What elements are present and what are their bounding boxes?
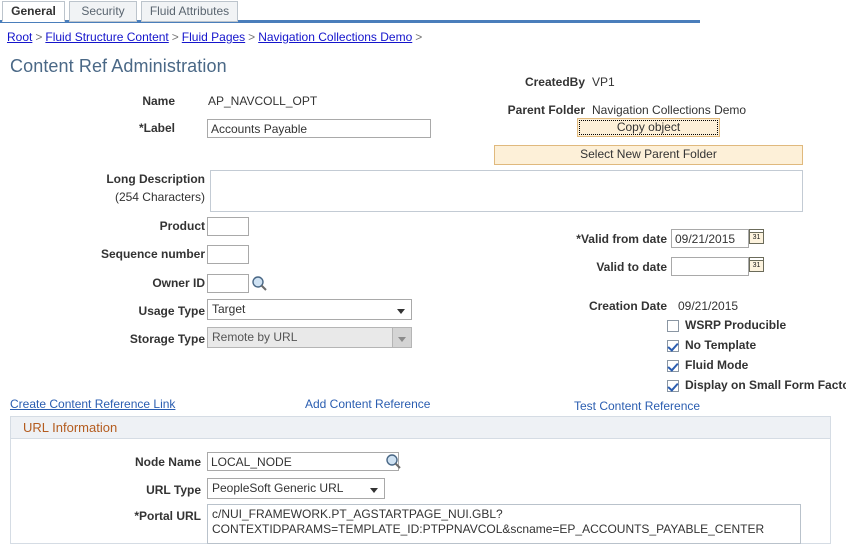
chevron-down-icon — [370, 488, 378, 493]
portal-url-textarea[interactable] — [207, 504, 801, 544]
page-title: Content Ref Administration — [10, 56, 227, 76]
add-content-reference-link[interactable]: Add Content Reference — [305, 397, 430, 411]
parent-folder-value: Navigation Collections Demo — [592, 103, 747, 117]
name-value: AP_NAVCOLL_OPT — [208, 94, 318, 108]
product-label: Product — [159, 219, 205, 233]
breadcrumb-separator: > — [35, 30, 43, 44]
owner-id-input[interactable] — [207, 274, 249, 293]
valid-from-calendar-icon[interactable]: 31 — [749, 229, 764, 244]
breadcrumb-item-root[interactable]: Root — [7, 30, 32, 44]
created-by-label: CreatedBy — [524, 75, 585, 89]
create-content-reference-link[interactable]: Create Content Reference Link — [10, 397, 175, 411]
breadcrumb-separator: > — [171, 30, 179, 44]
usage-type-label: Usage Type — [138, 304, 205, 318]
test-content-reference-link[interactable]: Test Content Reference — [574, 399, 700, 413]
storage-type-value: Remote by URL — [212, 330, 298, 344]
created-by-value: VP1 — [592, 75, 615, 89]
url-information-title: URL Information — [23, 420, 118, 435]
label-input[interactable] — [207, 119, 431, 138]
owner-id-lookup-icon[interactable] — [251, 275, 268, 292]
chevron-down-icon — [397, 309, 405, 314]
storage-type-label: Storage Type — [129, 332, 205, 346]
valid-from-date-input[interactable] — [671, 229, 749, 248]
valid-to-date-label: Valid to date — [596, 260, 667, 274]
tab-general[interactable]: General — [2, 1, 65, 22]
node-name-input[interactable] — [207, 452, 399, 471]
url-type-label: URL Type — [146, 483, 201, 497]
copy-object-button[interactable]: Copy object — [577, 118, 720, 137]
long-description-sublabel: (254 Characters) — [114, 190, 205, 204]
valid-to-date-input[interactable] — [671, 257, 749, 276]
calendar-icon-day: 31 — [752, 262, 761, 269]
url-information-panel: URL Information Node Name URL Type Peopl… — [10, 416, 831, 544]
valid-to-calendar-icon[interactable]: 31 — [749, 257, 764, 272]
breadcrumb-trailing-separator: > — [415, 30, 423, 44]
display-small-form-factor-checkbox[interactable] — [667, 380, 679, 392]
no-template-checkbox[interactable] — [667, 340, 679, 352]
long-description-label: Long Description — [106, 172, 205, 186]
breadcrumb-separator: > — [248, 30, 256, 44]
node-name-label: Node Name — [134, 455, 201, 469]
storage-type-arrow-box — [392, 328, 411, 347]
no-template-label: No Template — [685, 338, 757, 352]
storage-type-select: Remote by URL — [207, 327, 412, 348]
breadcrumb-item-navigation-collections-demo[interactable]: Navigation Collections Demo — [258, 30, 412, 44]
tab-bar: General Security Fluid Attributes — [0, 0, 846, 23]
breadcrumb-item-fluid-structure-content[interactable]: Fluid Structure Content — [45, 30, 168, 44]
parent-folder-label: Parent Folder — [507, 103, 585, 117]
wsrp-producible-checkbox[interactable] — [667, 320, 679, 332]
tab-fluid-attributes[interactable]: Fluid Attributes — [141, 1, 238, 22]
long-description-textarea[interactable] — [210, 170, 803, 212]
select-new-parent-folder-button[interactable]: Select New Parent Folder — [494, 145, 803, 165]
url-type-arrow-box[interactable] — [365, 479, 384, 498]
url-type-select[interactable]: PeopleSoft Generic URL — [207, 478, 385, 499]
usage-type-select[interactable]: Target — [207, 299, 412, 320]
content-ref-administration-page: General Security Fluid Attributes Root > F… — [0, 0, 846, 546]
portal-url-label: *Portal URL — [134, 509, 201, 523]
node-name-lookup-icon[interactable] — [385, 453, 402, 470]
display-small-form-factor-label: Display on Small Form Factor — [685, 378, 846, 392]
usage-type-arrow-box[interactable] — [392, 300, 411, 319]
fluid-mode-label: Fluid Mode — [685, 358, 749, 372]
tab-security[interactable]: Security — [69, 1, 137, 22]
sequence-number-label: Sequence number — [100, 247, 205, 261]
calendar-icon-day: 31 — [752, 234, 761, 241]
sequence-number-input[interactable] — [207, 245, 249, 264]
creation-date-label: Creation Date — [588, 299, 667, 313]
product-input[interactable] — [207, 217, 249, 236]
usage-type-value: Target — [212, 302, 246, 316]
url-type-value: PeopleSoft Generic URL — [212, 481, 344, 495]
fluid-mode-checkbox[interactable] — [667, 360, 679, 372]
valid-from-date-label: *Valid from date — [576, 232, 667, 246]
breadcrumb-item-fluid-pages[interactable]: Fluid Pages — [182, 30, 245, 44]
chevron-down-icon — [398, 337, 406, 342]
creation-date-value: 09/21/2015 — [678, 299, 739, 313]
breadcrumb: Root > Fluid Structure Content > Fluid Pages… — [7, 30, 425, 44]
owner-id-label: Owner ID — [152, 276, 205, 290]
name-label: Name — [142, 94, 175, 108]
url-information-header: URL Information — [11, 417, 830, 439]
label-field-label: *Label — [138, 121, 175, 135]
wsrp-producible-label: WSRP Producible — [685, 318, 787, 332]
